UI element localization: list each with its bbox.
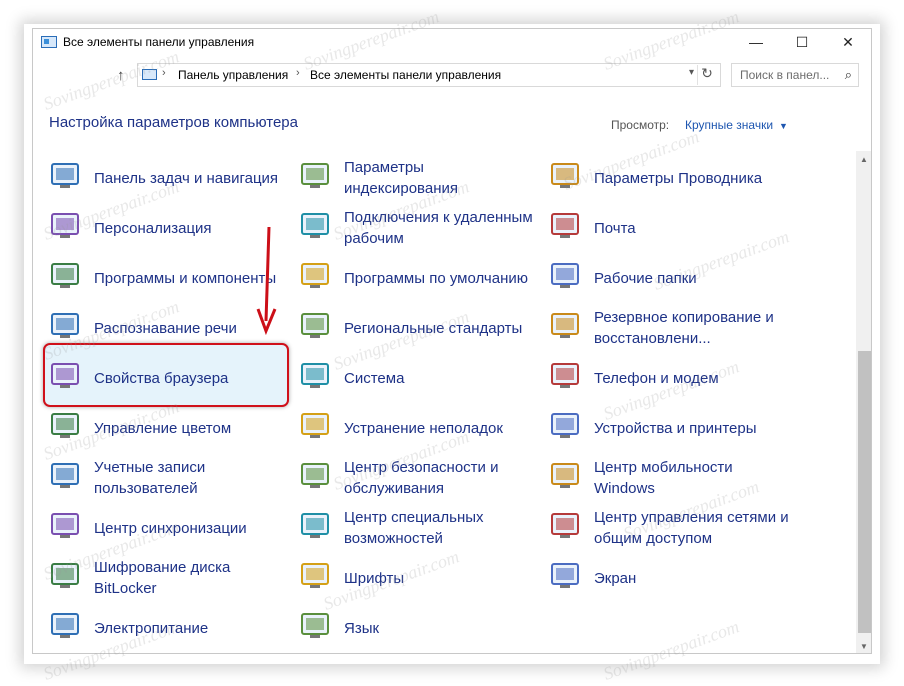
- control-panel-item-label: Учетные записи пользователей: [94, 459, 206, 497]
- control-panel-item[interactable]: Свойства браузера: [49, 355, 289, 401]
- scroll-down-icon[interactable]: ▼: [860, 642, 868, 651]
- control-panel-item[interactable]: Резервное копирование и восстановлени...: [549, 305, 789, 351]
- close-button[interactable]: ✕: [825, 29, 871, 57]
- control-panel-item[interactable]: Программы по умолчанию: [299, 255, 539, 301]
- control-panel-item-label: Программы по умолчанию: [344, 269, 528, 287]
- control-panel-item[interactable]: Центр специальных возможностей: [299, 505, 539, 551]
- network-center-icon: [549, 509, 583, 543]
- mail-icon: [549, 209, 583, 243]
- taskbar-icon: [49, 159, 83, 193]
- control-panel-item-label: Экран: [594, 569, 637, 587]
- control-panel-item-label: Шифрование диска BitLocker: [94, 559, 231, 597]
- fonts-icon: [299, 559, 333, 593]
- view-dropdown[interactable]: Крупные значки ▼: [685, 118, 788, 132]
- breadcrumb-separator[interactable]: ›: [296, 67, 300, 79]
- power-icon: [49, 609, 83, 643]
- phone-modem-icon: [549, 359, 583, 393]
- page-title: Настройка параметров компьютера: [49, 114, 298, 131]
- control-panel-item-label: Резервное копирование и восстановлени...: [594, 309, 774, 347]
- region-icon: [299, 309, 333, 343]
- programs-icon: [49, 259, 83, 293]
- control-panel-icon: [41, 36, 57, 48]
- scroll-up-icon[interactable]: ▲: [860, 155, 868, 164]
- display-icon: [549, 559, 583, 593]
- view-value: Крупные значки: [685, 118, 774, 132]
- backup-icon: [549, 309, 583, 343]
- control-panel-item[interactable]: Учетные записи пользователей: [49, 455, 289, 501]
- remote-desktop-icon: [299, 209, 333, 243]
- user-accounts-icon: [49, 459, 83, 493]
- refresh-icon[interactable]: ↻: [697, 65, 716, 85]
- breadcrumb-control-panel[interactable]: Панель управления: [178, 68, 288, 82]
- sync-center-icon: [49, 509, 83, 543]
- mobility-center-icon: [549, 459, 583, 493]
- control-panel-item-label: Свойства браузера: [94, 369, 229, 387]
- control-panel-item-label: Язык: [344, 619, 380, 637]
- troubleshooting-icon: [299, 409, 333, 443]
- indexing-icon: [299, 159, 333, 193]
- vertical-scrollbar[interactable]: ▲ ▼: [856, 151, 871, 653]
- search-box[interactable]: ⌕: [731, 63, 859, 87]
- search-input[interactable]: [732, 64, 836, 86]
- system-icon: [299, 359, 333, 393]
- devices-printers-icon: [549, 409, 583, 443]
- caret-down-icon: ▼: [779, 121, 788, 131]
- minimize-button[interactable]: —: [733, 29, 779, 57]
- ease-of-access-icon: [299, 509, 333, 543]
- work-folders-icon: [549, 259, 583, 293]
- default-programs-icon: [299, 259, 333, 293]
- scrollbar-thumb[interactable]: [858, 351, 871, 633]
- view-label: Просмотр:: [611, 118, 670, 132]
- control-panel-item-label: Центр специальных возможностей: [344, 509, 484, 547]
- address-bar[interactable]: › Панель управления › Все элементы панел…: [137, 63, 721, 87]
- security-center-icon: [299, 459, 333, 493]
- chevron-down-icon[interactable]: ▾: [689, 67, 694, 78]
- maximize-button[interactable]: ☐: [779, 29, 825, 57]
- window-title: Все элементы панели управления: [63, 35, 255, 49]
- control-panel-item[interactable]: Устройства и принтеры: [549, 405, 789, 451]
- control-panel-item[interactable]: Экран: [549, 555, 789, 601]
- control-panel-item[interactable]: Программы и компоненты: [49, 255, 289, 301]
- annotation-arrow-icon: [256, 226, 277, 336]
- search-icon[interactable]: ⌕: [845, 67, 852, 83]
- internet-options-icon: [49, 359, 83, 393]
- breadcrumb-all-items[interactable]: Все элементы панели управления: [310, 68, 501, 82]
